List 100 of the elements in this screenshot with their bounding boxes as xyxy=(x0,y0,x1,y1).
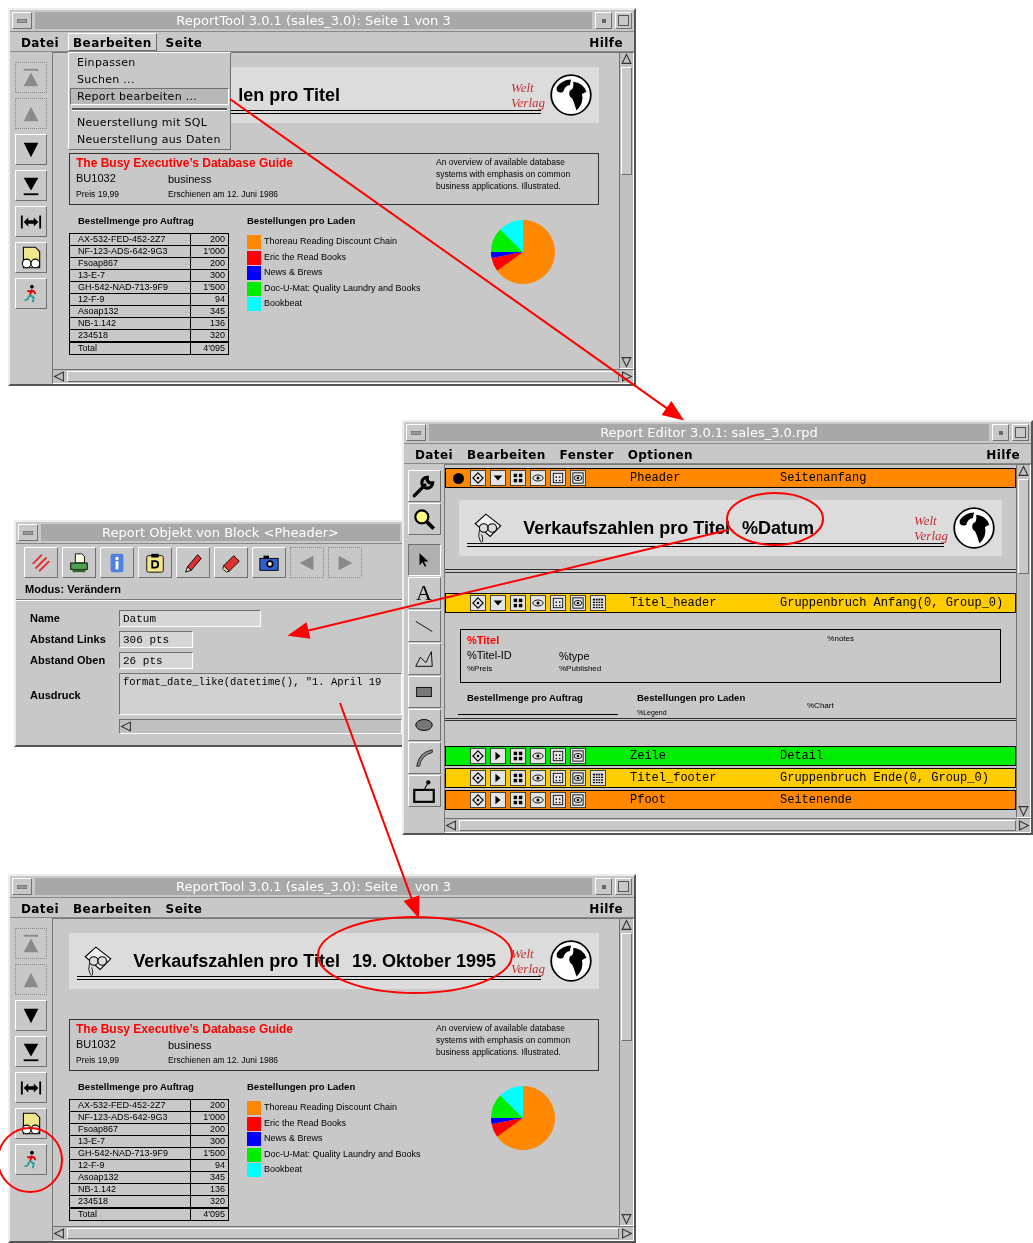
grid-button[interactable] xyxy=(510,792,526,808)
menu-item[interactable]: Bearbeiten xyxy=(68,898,157,917)
framed-eye-button[interactable] xyxy=(570,595,586,611)
menu-item[interactable]: Datei xyxy=(16,898,65,917)
text-area[interactable]: format_date_like(datetime(), "1. April 19 xyxy=(119,673,402,715)
horizontal-scrollbar[interactable] xyxy=(444,818,1031,833)
diamond-button[interactable] xyxy=(470,770,486,786)
grid-button[interactable] xyxy=(510,470,526,486)
menu-item[interactable]: Datei xyxy=(16,32,65,51)
framed-eye-button[interactable] xyxy=(570,748,586,764)
framed-eye-icon xyxy=(572,472,584,484)
expand-button[interactable] xyxy=(490,748,506,764)
eye-button[interactable] xyxy=(530,470,546,486)
minimize-button[interactable] xyxy=(595,878,612,895)
window-menu-button[interactable] xyxy=(12,878,32,895)
menu-item[interactable]: Fenster xyxy=(554,444,619,463)
diamond-button[interactable] xyxy=(470,595,486,611)
grid-button[interactable] xyxy=(510,770,526,786)
scrollbar-thumb[interactable] xyxy=(621,67,632,175)
menu-item[interactable]: Hilfe xyxy=(981,444,1025,463)
diamond-button[interactable] xyxy=(470,470,486,486)
band-bar[interactable]: Titel_header Gruppenbruch Anfang(0, Group_0) xyxy=(445,593,1016,613)
framed-eye-button[interactable] xyxy=(570,792,586,808)
band-bar[interactable]: Zeile Detail xyxy=(445,746,1016,766)
input-field[interactable]: 306 pts xyxy=(119,631,193,648)
expand-button[interactable] xyxy=(490,470,506,486)
framed-eye-button[interactable] xyxy=(570,470,586,486)
vertical-scrollbar[interactable] xyxy=(619,52,634,369)
eye-button[interactable] xyxy=(530,595,546,611)
menu-item[interactable]: Hilfe xyxy=(584,32,628,51)
maximize-button[interactable] xyxy=(615,12,632,29)
eye-icon xyxy=(532,794,544,806)
table-cell-text: 1'500 xyxy=(202,1148,226,1159)
horizontal-scrollbar[interactable] xyxy=(119,719,402,734)
scrollbar-thumb[interactable] xyxy=(67,371,619,382)
diamond-button[interactable] xyxy=(470,792,486,808)
scrollbar-thumb[interactable] xyxy=(67,1228,619,1239)
menu-item[interactable]: Hilfe xyxy=(584,898,628,917)
eye-button[interactable] xyxy=(530,792,546,808)
diamond-button[interactable] xyxy=(470,748,486,764)
tool-button[interactable] xyxy=(407,544,441,576)
band-bar[interactable]: Titel_footer Gruppenbruch Ende(0, Group_0) xyxy=(445,768,1016,788)
framed-eye-icon xyxy=(572,750,584,762)
dotted-grid-button[interactable] xyxy=(550,770,566,786)
frame-pin-icon xyxy=(411,778,437,804)
square-icon xyxy=(618,15,629,26)
framed-eye-button[interactable] xyxy=(570,770,586,786)
eye-button[interactable] xyxy=(530,748,546,764)
table-button[interactable] xyxy=(590,595,606,611)
window-menu-button[interactable] xyxy=(18,524,38,541)
input-field[interactable]: 26 pts xyxy=(119,652,193,669)
minimize-button[interactable] xyxy=(595,12,612,29)
window-menu-button[interactable] xyxy=(12,12,32,29)
menu-item[interactable]: Optionen xyxy=(622,444,699,463)
dotted-grid-button[interactable] xyxy=(550,470,566,486)
menu-item[interactable]: Datei xyxy=(410,444,459,463)
menu-item[interactable]: Report bearbeiten ... xyxy=(70,88,229,105)
vertical-scrollbar[interactable] xyxy=(1016,464,1031,818)
menu-item[interactable]: Seite xyxy=(160,898,208,917)
grid-icon xyxy=(512,794,524,806)
menu-item[interactable]: Bearbeiten xyxy=(68,32,157,51)
expand-button[interactable] xyxy=(490,792,506,808)
menu-item[interactable]: Neuerstellung aus Daten xyxy=(70,131,229,148)
wrench-icon xyxy=(411,473,437,499)
vertical-scrollbar[interactable] xyxy=(619,918,634,1226)
expand-button[interactable] xyxy=(490,595,506,611)
maximize-button[interactable] xyxy=(1012,424,1029,441)
horizontal-scrollbar[interactable] xyxy=(52,1226,634,1241)
table-cell-text: 200 xyxy=(208,258,226,269)
menu-item[interactable]: Suchen ... xyxy=(70,71,229,88)
table-cell-text: 4'095 xyxy=(202,343,226,354)
table-cell-text: 200 xyxy=(208,1100,226,1111)
maximize-button[interactable] xyxy=(615,878,632,895)
dotted-grid-button[interactable] xyxy=(550,595,566,611)
band-bar[interactable]: Pheader Seitenanfang xyxy=(445,468,1016,488)
expand-button[interactable] xyxy=(490,770,506,786)
grid-button[interactable] xyxy=(510,595,526,611)
scrollbar-thumb[interactable] xyxy=(1018,479,1029,574)
eye-button[interactable] xyxy=(530,770,546,786)
scrollbar-thumb[interactable] xyxy=(459,820,1016,831)
dotted-grid-button[interactable] xyxy=(550,792,566,808)
field-label: Abstand Links xyxy=(30,632,107,648)
window-menu-button[interactable] xyxy=(406,424,426,441)
menu-item[interactable]: Neuerstellung mit SQL xyxy=(70,114,229,131)
menu-item[interactable]: Bearbeiten xyxy=(462,444,551,463)
dotted-grid-button[interactable] xyxy=(550,748,566,764)
menu-item[interactable]: Seite xyxy=(160,32,208,51)
band-bar[interactable]: Pfoot Seitenende xyxy=(445,790,1016,810)
grid-button[interactable] xyxy=(510,748,526,764)
notes-field: %notes xyxy=(827,633,854,682)
table-cell-text: 94 xyxy=(214,1160,226,1171)
input-field[interactable]: Datum xyxy=(119,610,261,627)
framed-eye-icon xyxy=(572,794,584,806)
legend-label: Thoreau Reading Discount Chain xyxy=(264,1101,398,1115)
menu-item[interactable]: Einpassen xyxy=(70,54,229,71)
text-tool-button[interactable]: A xyxy=(407,577,441,609)
horizontal-scrollbar[interactable] xyxy=(52,369,634,384)
scrollbar-thumb[interactable] xyxy=(621,933,632,1041)
table-button[interactable] xyxy=(590,770,606,786)
minimize-button[interactable] xyxy=(992,424,1009,441)
